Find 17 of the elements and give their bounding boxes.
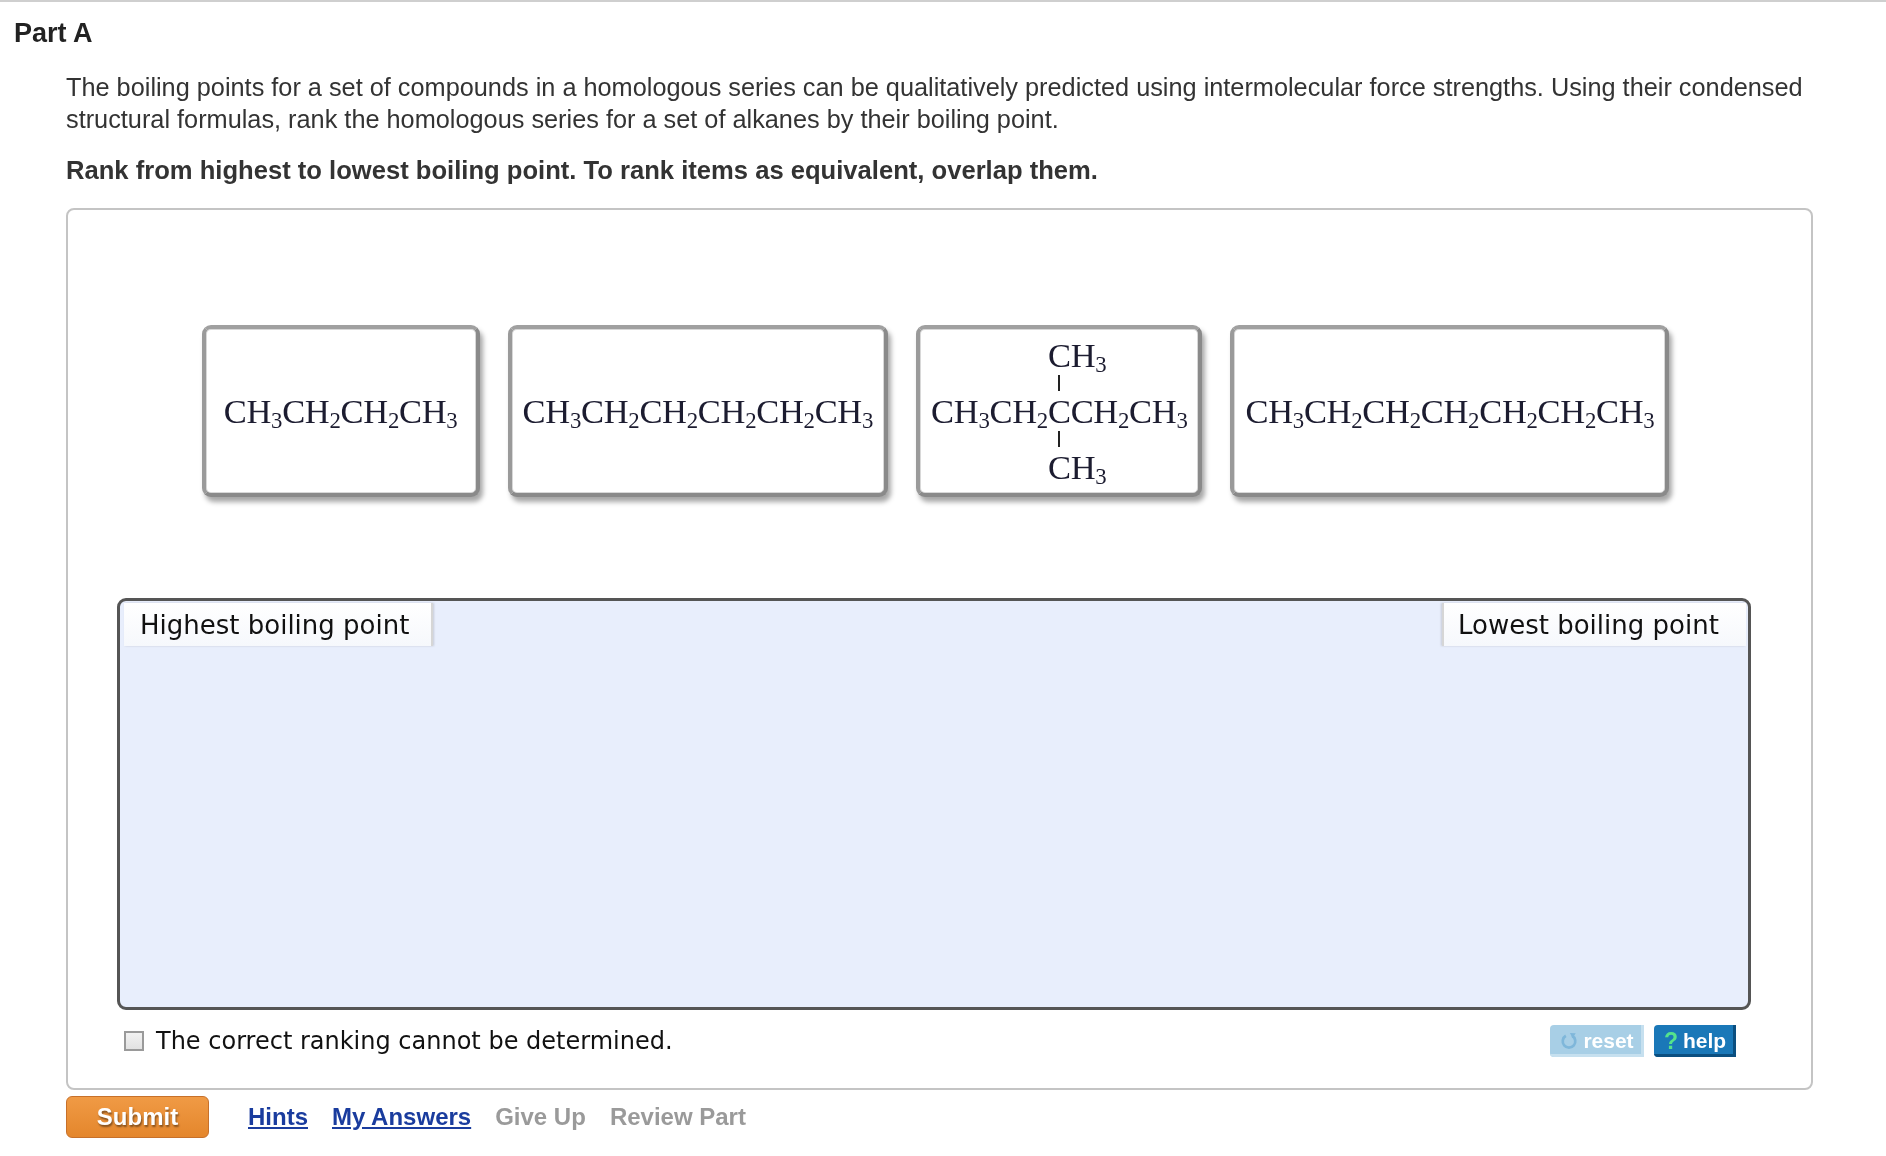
- ranking-end-label: Lowest boiling point: [1442, 603, 1746, 646]
- formula-tile[interactable]: CH$_{3}$CH$_{2}$CH$_{2}$CH$_{2}$CH$_{2}$CH$_{2}$CH$_{3}$: [1230, 325, 1670, 497]
- instruction-text: Rank from highest to lowest boiling point. To rank items as equivalent, overlap them.: [66, 155, 1099, 186]
- ranking-drop-zone[interactable]: Highest boiling point Lowest boiling point: [117, 598, 1751, 1010]
- question-text: The boiling points for a set of compounds in a homologous series can be qualitatively predicted using intermolecular force strengths. Using their condensed structural formulas, rank the homologous series for a set of alkanes by their boiling point.: [66, 72, 1804, 135]
- footer-link[interactable]: Hints: [248, 1103, 308, 1131]
- formula-tile[interactable]: CH$_{3}$ CH$_{3}$CH$_{2}$CCH$_{2}$CH$_{3}$ CH$_{3}$: [916, 325, 1203, 497]
- formula-tile[interactable]: CH$_{3}$CH$_{2}$CH$_{2}$CH$_{2}$CH$_{2}$CH$_{3}$: [507, 325, 889, 497]
- footer-link[interactable]: My Answers: [332, 1103, 472, 1131]
- checkbox-label[interactable]: The correct ranking cannot be determined.: [156, 1027, 673, 1055]
- help-button[interactable]: ? help: [1654, 1025, 1736, 1057]
- part-heading: Part A: [14, 18, 93, 48]
- formula-tile[interactable]: CH$_{3}$CH$_{2}$CH$_{2}$CH$_{3}$: [201, 325, 480, 497]
- circular-arrow-icon: [1560, 1032, 1579, 1050]
- ranking-start-label: Highest boiling point: [124, 603, 433, 646]
- checkbox[interactable]: [124, 1031, 144, 1051]
- question-mark-icon: ?: [1663, 1029, 1678, 1053]
